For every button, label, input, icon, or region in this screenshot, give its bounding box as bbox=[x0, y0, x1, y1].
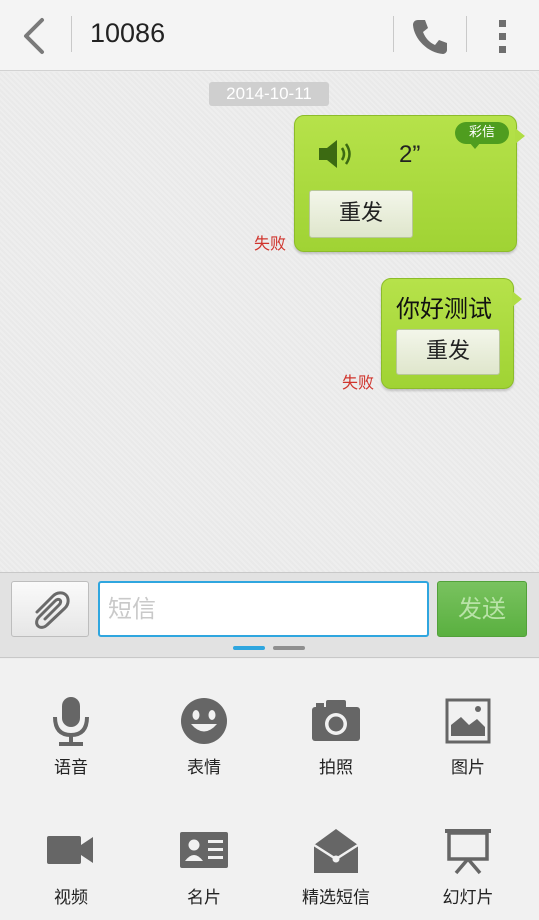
contact-card-icon bbox=[180, 832, 228, 868]
bubble-tail bbox=[512, 291, 522, 307]
composer-bar: 发送 bbox=[0, 572, 539, 658]
page-indicator bbox=[273, 646, 305, 650]
resend-button[interactable]: 重发 bbox=[396, 329, 500, 375]
video-camera-icon bbox=[47, 836, 93, 864]
attachment-panel: 语音 表情 拍照 图片 视频 名片 精选短信 幻灯片 bbox=[0, 659, 539, 920]
panel-item-emoji[interactable]: 表情 bbox=[149, 695, 259, 778]
envelope-icon bbox=[313, 829, 359, 873]
panel-item-video[interactable]: 视频 bbox=[16, 825, 126, 908]
bubble-tail bbox=[515, 128, 525, 144]
back-arrow-icon bbox=[24, 18, 44, 54]
panel-item-featured-sms[interactable]: 精选短信 bbox=[281, 825, 391, 908]
badge-tail bbox=[469, 142, 481, 149]
more-vertical-icon bbox=[499, 20, 506, 53]
contact-title: 10086 bbox=[90, 18, 166, 48]
overflow-menu-button[interactable] bbox=[486, 14, 520, 58]
send-button[interactable]: 发送 bbox=[437, 581, 527, 637]
failed-status: 失败 bbox=[254, 234, 287, 253]
picture-icon bbox=[445, 698, 491, 744]
panel-item-label: 精选短信 bbox=[302, 888, 370, 908]
header-divider bbox=[71, 16, 72, 52]
panel-item-label: 表情 bbox=[187, 758, 221, 778]
panel-item-voice[interactable]: 语音 bbox=[16, 695, 126, 778]
camera-icon bbox=[312, 700, 360, 741]
panel-item-label: 幻灯片 bbox=[442, 888, 494, 908]
failed-status: 失败 bbox=[342, 373, 375, 392]
back-button[interactable] bbox=[14, 14, 58, 58]
message-text: 你好测试 bbox=[396, 295, 492, 323]
attach-button[interactable] bbox=[11, 581, 89, 637]
microphone-icon bbox=[53, 697, 89, 746]
panel-item-label: 语音 bbox=[54, 758, 88, 778]
panel-item-slideshow[interactable]: 幻灯片 bbox=[413, 825, 523, 908]
date-separator: 2014-10-11 bbox=[209, 82, 329, 106]
panel-item-camera[interactable]: 拍照 bbox=[281, 695, 391, 778]
audio-duration: 2” bbox=[399, 141, 421, 168]
message-bubble-sms[interactable]: 你好测试 重发 bbox=[381, 278, 522, 389]
panel-item-label: 拍照 bbox=[319, 758, 353, 778]
panel-item-label: 名片 bbox=[187, 888, 221, 908]
smiley-icon bbox=[181, 698, 227, 744]
speaker-icon[interactable] bbox=[317, 136, 357, 172]
panel-item-picture[interactable]: 图片 bbox=[413, 695, 523, 778]
header-divider bbox=[393, 16, 394, 52]
panel-item-contact-card[interactable]: 名片 bbox=[149, 825, 259, 908]
panel-item-label: 视频 bbox=[54, 888, 88, 908]
call-button[interactable] bbox=[408, 14, 452, 58]
message-input[interactable] bbox=[98, 581, 429, 637]
mms-badge-label: 彩信 bbox=[468, 125, 495, 140]
page-indicator-active bbox=[233, 646, 265, 650]
conversation-area[interactable]: 2014-10-11 彩信 2” 重发 失败 你好测试 重发 失败 bbox=[0, 72, 539, 572]
panel-item-label: 图片 bbox=[451, 758, 485, 778]
phone-icon bbox=[413, 20, 447, 54]
slideshow-icon bbox=[445, 829, 491, 875]
message-bubble-mms[interactable]: 彩信 2” 重发 bbox=[294, 115, 525, 252]
resend-button[interactable]: 重发 bbox=[309, 190, 413, 238]
paperclip-icon bbox=[35, 591, 70, 629]
mms-badge: 彩信 bbox=[455, 122, 509, 149]
header-divider bbox=[466, 16, 467, 52]
action-bar: 10086 bbox=[0, 0, 539, 71]
